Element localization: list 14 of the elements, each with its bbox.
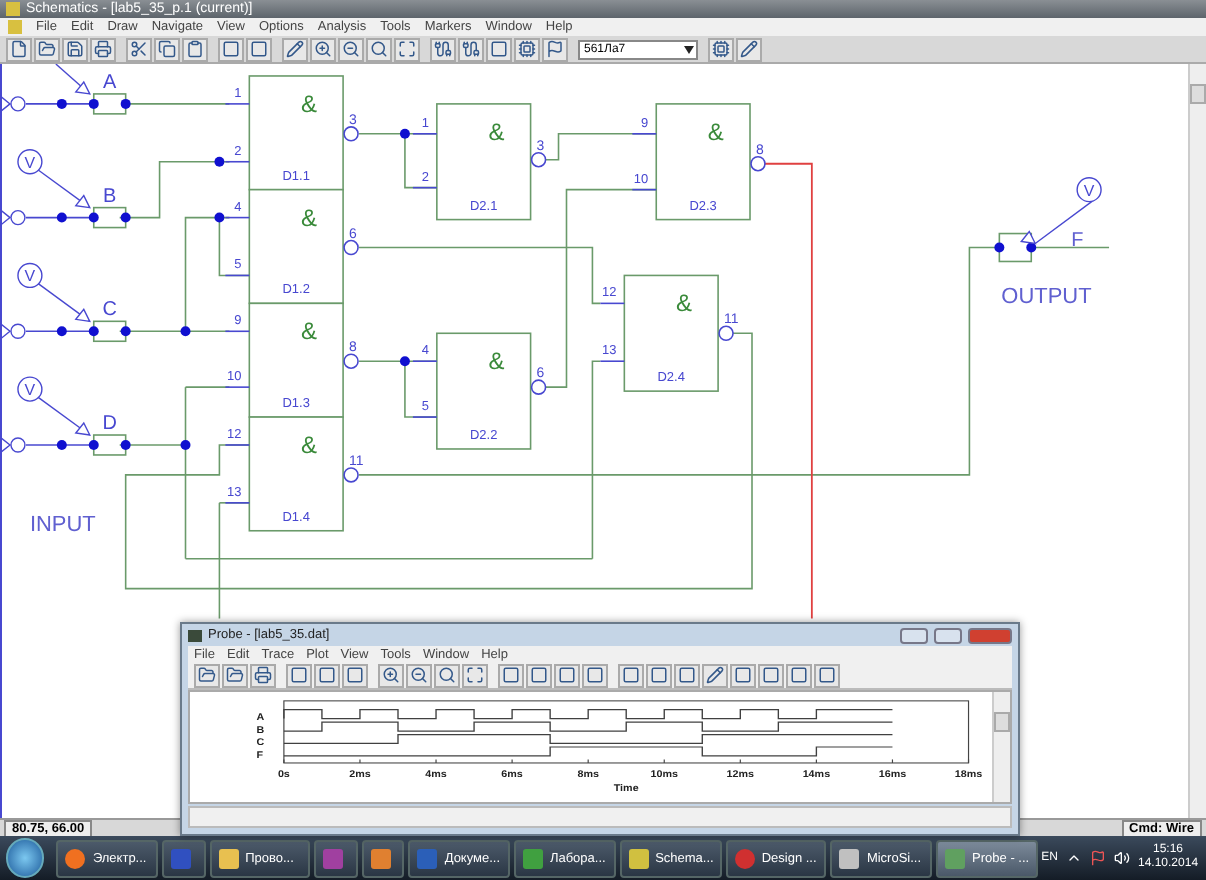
gate-symbol: &	[300, 317, 317, 346]
gate-symbol: &	[488, 117, 505, 146]
gate-symbol: &	[488, 347, 505, 376]
input-label: B	[103, 185, 117, 208]
input-caption: INPUT	[29, 512, 96, 537]
input-label: A	[103, 71, 117, 94]
gate-symbol: &	[300, 203, 317, 232]
gate-symbol: &	[300, 89, 317, 118]
input-label: C	[102, 299, 117, 322]
gate-symbol: &	[707, 117, 724, 146]
output-caption: OUTPUT	[1001, 285, 1092, 310]
gate-symbol: &	[300, 430, 317, 459]
gate-symbol: &	[675, 289, 692, 318]
input-label: D	[102, 413, 117, 436]
